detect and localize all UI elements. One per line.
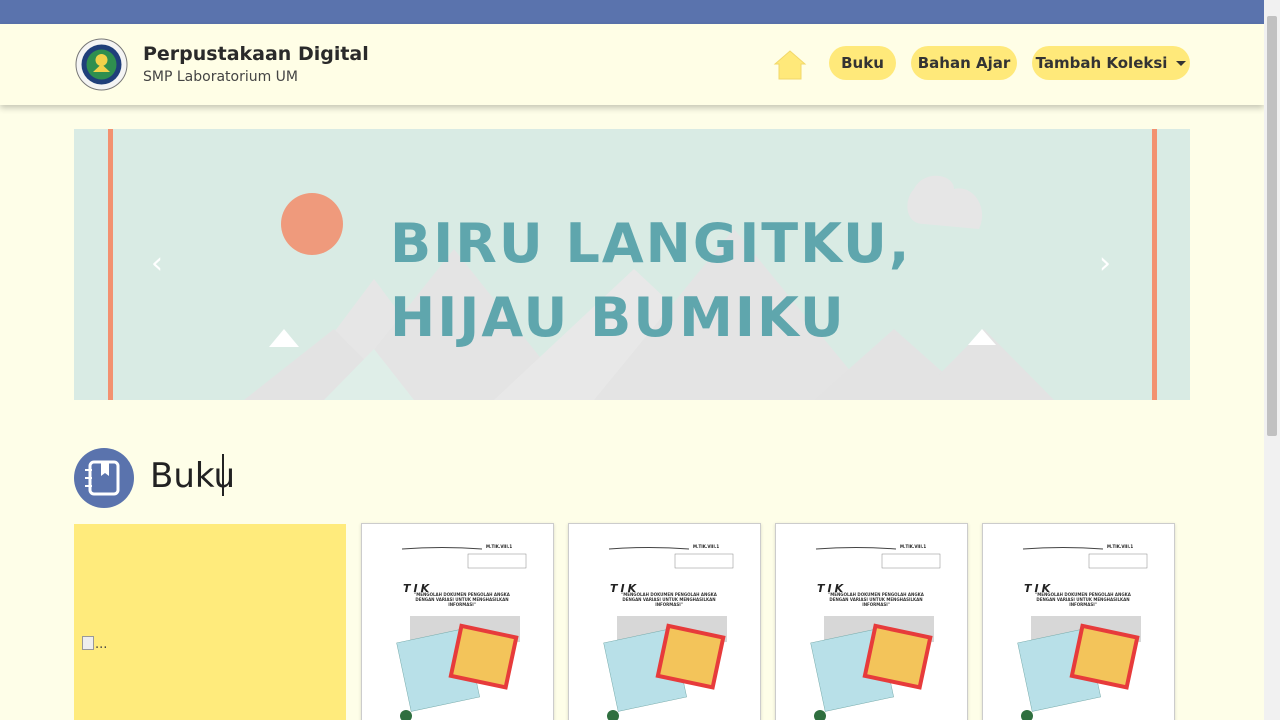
book-code: M.TIK.VIII.1 xyxy=(693,544,720,549)
banner-left-line xyxy=(108,129,113,400)
book-cover: M.TIK.VIII.1 TIK "MENGOLAH DOKUMEN PENGO… xyxy=(589,534,740,720)
home-icon[interactable] xyxy=(773,49,807,81)
nav-bahan-ajar-label: Bahan Ajar xyxy=(917,54,1011,72)
banner-carousel: BIRU LANGITKU, HIJAU BUMIKU ‹ › xyxy=(74,129,1190,400)
top-accent-bar xyxy=(0,0,1264,24)
broken-image: ... xyxy=(82,636,107,652)
scrollbar[interactable] xyxy=(1264,0,1280,720)
sun-decoration xyxy=(281,193,343,255)
broken-image-icon xyxy=(82,636,94,650)
nav-tambah-koleksi-dropdown[interactable]: Tambah Koleksi xyxy=(1032,46,1190,80)
book-cover: M.TIK.VIII.1 TIK "MENGOLAH DOKUMEN PENGO… xyxy=(1003,534,1154,720)
broken-image-alt: ... xyxy=(95,637,108,652)
banner-line-1: BIRU LANGITKU, xyxy=(390,212,912,275)
book-heading: "MENGOLAH DOKUMEN PENGOLAH ANGKA DENGAN … xyxy=(1035,592,1131,607)
book-code: M.TIK.VIII.1 xyxy=(900,544,927,549)
nav-bahan-ajar-button[interactable]: Bahan Ajar xyxy=(911,46,1017,80)
navbar: Perpustakaan Digital SMP Laboratorium UM… xyxy=(0,24,1264,105)
school-logo[interactable] xyxy=(75,38,128,91)
banner-text: BIRU LANGITKU, HIJAU BUMIKU xyxy=(390,207,911,355)
book-card[interactable]: M.TIK.VIII.1 TIK "MENGOLAH DOKUMEN PENGO… xyxy=(361,523,554,720)
carousel-prev-icon[interactable]: ‹ xyxy=(146,249,168,279)
text-cursor xyxy=(222,454,224,496)
book-heading: "MENGOLAH DOKUMEN PENGOLAH ANGKA DENGAN … xyxy=(828,592,924,607)
banner-right-line xyxy=(1152,129,1157,400)
book-heading: "MENGOLAH DOKUMEN PENGOLAH ANGKA DENGAN … xyxy=(414,592,510,607)
banner-line-2: HIJAU BUMIKU xyxy=(390,286,846,349)
book-code: M.TIK.VIII.1 xyxy=(486,544,513,549)
nav-buku-button[interactable]: Buku xyxy=(829,46,896,80)
book-code: M.TIK.VIII.1 xyxy=(1107,544,1134,549)
carousel-next-icon[interactable]: › xyxy=(1094,249,1116,279)
scrollbar-thumb[interactable] xyxy=(1267,16,1277,436)
caret-down-icon xyxy=(1176,60,1187,66)
book-card[interactable]: M.TIK.VIII.1 TIK "MENGOLAH DOKUMEN PENGO… xyxy=(775,523,968,720)
book-cover: M.TIK.VIII.1 TIK "MENGOLAH DOKUMEN PENGO… xyxy=(796,534,947,720)
brand-title[interactable]: Perpustakaan Digital xyxy=(143,43,369,65)
address-book-icon xyxy=(74,448,134,508)
brand-subtitle: SMP Laboratorium UM xyxy=(143,69,299,85)
book-cover: M.TIK.VIII.1 TIK "MENGOLAH DOKUMEN PENGO… xyxy=(382,534,533,720)
book-heading: "MENGOLAH DOKUMEN PENGOLAH ANGKA DENGAN … xyxy=(621,592,717,607)
featured-card[interactable]: ... xyxy=(74,524,346,720)
nav-tambah-koleksi-label: Tambah Koleksi xyxy=(1035,54,1168,72)
book-card[interactable]: M.TIK.VIII.1 TIK "MENGOLAH DOKUMEN PENGO… xyxy=(568,523,761,720)
nav-buku-label: Buku xyxy=(841,54,884,72)
book-card[interactable]: M.TIK.VIII.1 TIK "MENGOLAH DOKUMEN PENGO… xyxy=(982,523,1175,720)
